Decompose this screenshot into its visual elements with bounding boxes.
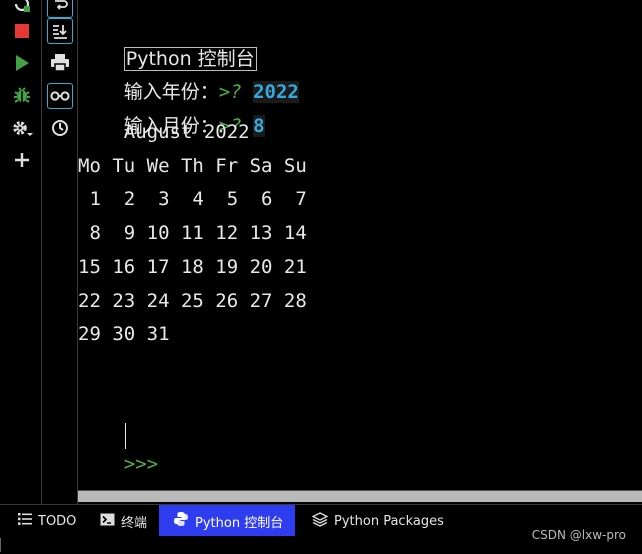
calendar-week-row: 8 9 10 11 12 13 14 bbox=[78, 222, 307, 244]
calendar-week-row: 15 16 17 18 19 20 21 bbox=[78, 256, 307, 278]
repl-prompt: >>> bbox=[123, 453, 170, 475]
python-icon bbox=[173, 511, 189, 531]
stop-icon[interactable] bbox=[10, 19, 34, 43]
add-icon[interactable] bbox=[10, 148, 34, 172]
status-bar: CSDN @lxw-pro bbox=[0, 528, 642, 554]
show-variables-icon[interactable] bbox=[47, 83, 73, 109]
calendar-week-row: 29 30 31 bbox=[78, 323, 170, 345]
tab-python-packages[interactable]: Python Packages bbox=[304, 505, 452, 537]
tab-terminal[interactable]: 终端 bbox=[92, 505, 155, 537]
console-toolbar-secondary bbox=[42, 0, 78, 504]
calendar-week-row: 1 2 3 4 5 6 7 bbox=[78, 188, 307, 210]
tab-python-console[interactable]: Python 控制台 bbox=[159, 505, 295, 537]
layers-icon bbox=[311, 511, 329, 531]
text-cursor bbox=[125, 423, 126, 449]
debug-icon[interactable] bbox=[10, 83, 34, 107]
history-icon[interactable] bbox=[48, 116, 72, 140]
soft-wrap-icon[interactable] bbox=[47, 0, 73, 18]
calendar-week-row: 22 23 24 25 26 27 28 bbox=[78, 290, 307, 312]
calendar-weekdays: Mo Tu We Th Fr Sa Su bbox=[78, 155, 307, 177]
status-divider bbox=[0, 538, 1, 552]
tab-todo[interactable]: TODO bbox=[10, 505, 84, 537]
list-icon bbox=[18, 513, 32, 529]
calendar-header: August 2022 bbox=[78, 121, 250, 143]
watermark: CSDN @lxw-pro bbox=[531, 528, 626, 542]
scroll-to-end-icon[interactable] bbox=[47, 18, 73, 44]
python-console-output[interactable]: Python 控制台 输入年份：>? 2022 输入月份：>? 8 August… bbox=[78, 0, 642, 490]
console-toolbar-primary bbox=[0, 0, 42, 504]
run-icon[interactable] bbox=[10, 51, 34, 75]
settings-icon[interactable] bbox=[10, 116, 34, 140]
print-icon[interactable] bbox=[48, 51, 72, 75]
month-input-value: 8 bbox=[253, 115, 265, 137]
terminal-icon bbox=[100, 513, 115, 530]
repl-prompt-line[interactable]: >>> bbox=[78, 422, 170, 475]
horizontal-scrollbar[interactable] bbox=[78, 491, 642, 502]
month-input-line: 输入月份：>? 8 bbox=[78, 84, 265, 137]
rerun-icon[interactable] bbox=[10, 0, 34, 16]
year-input-line: 输入年份：>? 2022 bbox=[78, 50, 299, 103]
